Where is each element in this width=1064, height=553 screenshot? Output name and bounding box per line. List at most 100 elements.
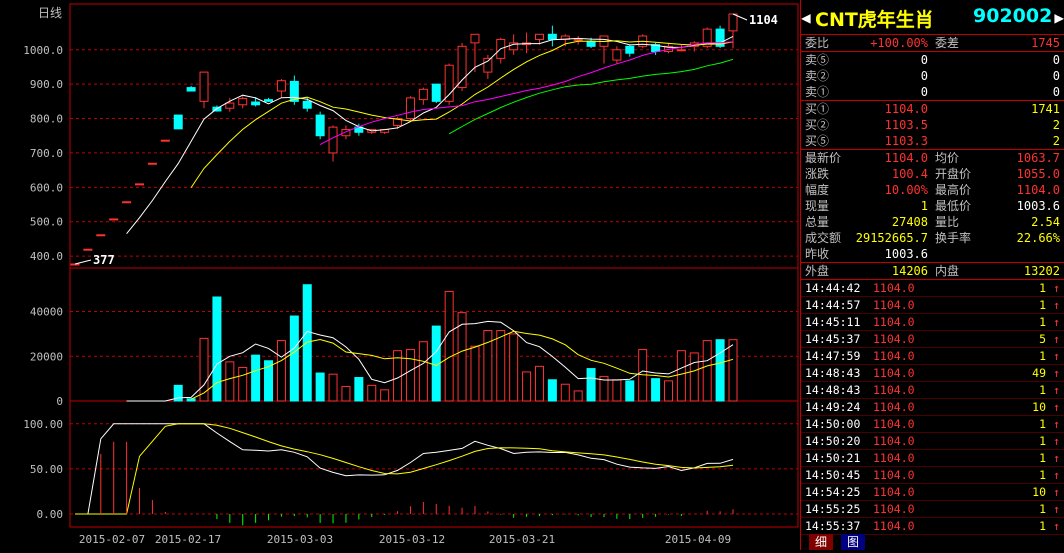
volume-bar: [560, 383, 570, 402]
volume-bar: [302, 284, 312, 402]
tick-price: 1104.0: [873, 434, 915, 448]
amount-label: 成交额: [805, 231, 842, 245]
tick-row: 14:54:25 1104.0 10 ↑: [801, 484, 1064, 501]
candle-body: [122, 201, 132, 204]
candle-body: [315, 114, 325, 137]
kline-chart-area[interactable]: 1000.0 900.0 800.0 700.0 600.0 500.0 400.0 4000…: [0, 0, 800, 550]
candle-body: [147, 162, 157, 165]
candle-body: [676, 49, 686, 52]
tick-up-arrow-icon: ↑: [1053, 349, 1060, 363]
tick-up-arrow-icon: ↑: [1053, 315, 1060, 329]
candle-body: [612, 49, 622, 61]
volume-bar: [625, 380, 635, 402]
period-label[interactable]: 日线: [38, 4, 62, 21]
tick-volume: 5: [1039, 332, 1046, 346]
candle-body: [135, 183, 145, 186]
sell-order-label: 卖⑤: [805, 53, 830, 67]
tab-detail[interactable]: 细: [809, 534, 834, 550]
change-value: 100.4: [891, 167, 928, 181]
volume-bar: [276, 340, 286, 402]
weibi-label: 委比: [805, 36, 830, 50]
buy-order-price: 1103.3: [884, 134, 928, 148]
buy-order-row: 买⑤ 1103.3 2: [801, 133, 1064, 149]
candle-body: [173, 114, 183, 130]
low-marker-line: [74, 259, 92, 265]
total-value: 27408: [891, 215, 928, 229]
change-label: 涨跌: [805, 167, 830, 181]
tick-price: 1104.0: [873, 349, 915, 363]
tick-volume: 1: [1039, 434, 1046, 448]
pct-label: 幅度: [805, 183, 830, 197]
tick-row: 14:45:37 1104.0 5 ↑: [801, 331, 1064, 348]
candle-body: [83, 248, 93, 251]
tick-price: 1104.0: [873, 502, 915, 516]
outer-value: 14206: [891, 264, 928, 278]
tick-row: 14:55:37 1104.0 1 ↑: [801, 518, 1064, 535]
tick-time: 14:45:37: [805, 332, 861, 346]
tick-row: 14:50:00 1104.0 1 ↑: [801, 416, 1064, 433]
tick-time: 14:47:59: [805, 349, 861, 363]
volume-bar: [612, 379, 622, 402]
sell-order-volume: 0: [1052, 85, 1060, 99]
candle-body: [728, 13, 738, 32]
tick-time: 14:50:00: [805, 417, 861, 431]
tick-time: 14:45:11: [805, 315, 861, 329]
indicator-pane-frame: [69, 400, 799, 528]
tick-up-arrow-icon: ↑: [1053, 417, 1060, 431]
candle-body: [186, 87, 196, 92]
indicator-axis-label: 100.00: [23, 418, 63, 431]
indicator-axis-label: 0.00: [37, 508, 64, 521]
tick-volume: 1: [1039, 349, 1046, 363]
sell-order-row: 卖② 0 0: [801, 68, 1064, 84]
volume-axis-label: 0: [56, 395, 63, 408]
volume-bar: [354, 377, 364, 402]
amount-value: 29152665.7: [855, 231, 928, 245]
turn-value: 22.66%: [1016, 231, 1060, 245]
volume-axis-label: 40000: [30, 306, 63, 319]
tick-up-arrow-icon: ↑: [1053, 451, 1060, 465]
buy-order-label: 买①: [805, 102, 830, 116]
volume-bar: [367, 384, 377, 402]
buy-order-label: 买⑤: [805, 134, 830, 148]
volume-bar: [496, 330, 506, 402]
buy-order-price: 1103.5: [884, 118, 928, 132]
date-axis-label: 2015-03-12: [379, 533, 445, 546]
tick-volume: 10: [1032, 400, 1046, 414]
tick-price: 1104.0: [873, 485, 915, 499]
prev-label: 昨收: [805, 247, 830, 261]
tick-volume: 1: [1039, 383, 1046, 397]
tick-row: 14:45:11 1104.0 1 ↑: [801, 314, 1064, 331]
volume-bar: [728, 339, 738, 402]
candle-body: [225, 102, 235, 109]
quote-stats: 最新价 1104.0 均价 1063.7 涨跌 100.4 开盘价 1055.0…: [801, 150, 1064, 263]
tick-row: 14:47:59 1104.0 1 ↑: [801, 348, 1064, 365]
tick-time: 14:54:25: [805, 485, 861, 499]
candle-body: [483, 57, 493, 73]
volume-bar: [470, 345, 480, 402]
candle-body: [302, 100, 312, 109]
kline-chart-svg[interactable]: 1000.0 900.0 800.0 700.0 600.0 500.0 400.0 4000…: [0, 0, 800, 550]
tick-up-arrow-icon: ↑: [1053, 281, 1060, 295]
tick-time: 14:55:25: [805, 502, 861, 516]
prev-stock-icon[interactable]: ◀: [801, 8, 811, 27]
tick-price: 1104.0: [873, 281, 915, 295]
cur-value: 1: [920, 199, 928, 213]
tick-up-arrow-icon: ↑: [1053, 366, 1060, 380]
volume-bar: [225, 361, 235, 402]
candle-body: [418, 88, 428, 101]
candle-body: [457, 45, 467, 89]
price-axis-label: 1000.0: [23, 44, 63, 57]
candle-body: [251, 101, 261, 106]
tick-time: 14:48:43: [805, 383, 861, 397]
next-stock-icon[interactable]: ▶: [1054, 8, 1064, 27]
tab-chart[interactable]: 图: [841, 534, 866, 550]
volume-bar: [380, 389, 390, 402]
tick-list[interactable]: 14:44:42 1104.0 1 ↑ 14:44:57 1104.0 1 ↑ 14:45:11…: [801, 280, 1064, 535]
turn-label: 换手率: [935, 231, 972, 245]
tick-volume: 49: [1032, 366, 1046, 380]
candle-body: [534, 33, 544, 40]
tick-up-arrow-icon: ↑: [1053, 400, 1060, 414]
volume-bar: [289, 315, 299, 402]
price-axis-label: 400.0: [30, 250, 63, 263]
candle-body: [238, 98, 248, 106]
